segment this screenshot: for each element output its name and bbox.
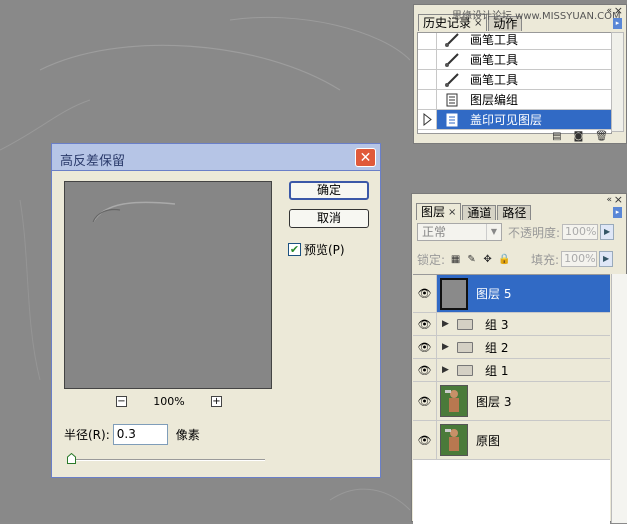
layers-scrollbar[interactable] — [611, 274, 627, 523]
layer-row-selected[interactable]: 👁 图层 5 — [413, 275, 610, 313]
history-snapshot-checkbox[interactable] — [418, 70, 437, 89]
opacity-input[interactable]: 100% — [562, 224, 599, 240]
opacity-label: 不透明度: — [508, 225, 561, 240]
history-scrollbar[interactable] — [611, 32, 624, 132]
fill-input[interactable]: 100% — [561, 251, 598, 267]
layer-row[interactable]: 👁 原图 — [413, 421, 610, 460]
history-item[interactable]: 图层编组 — [418, 90, 611, 110]
lock-all-icon[interactable]: 🔒 — [498, 254, 510, 265]
zoom-level: 100% — [153, 394, 185, 408]
close-icon[interactable]: ✕ — [355, 148, 376, 167]
cancel-button[interactable]: 取消 — [289, 209, 369, 228]
lock-transparent-icon[interactable]: ▦ — [450, 254, 461, 265]
history-state-marker-icon[interactable] — [418, 110, 437, 129]
dialog-title: 高反差保留 — [60, 154, 126, 169]
expand-triangle-icon[interactable]: ▶ — [442, 342, 452, 352]
opacity-slider-arrow-icon[interactable]: ▶ — [600, 224, 615, 240]
eye-icon[interactable]: 👁 — [413, 359, 437, 381]
tab-layers[interactable]: 图层 × — [416, 203, 462, 220]
lock-position-icon[interactable]: ✥ — [482, 254, 493, 265]
dialog-title-bar[interactable]: 高反差保留 ✕ — [51, 143, 381, 171]
lock-label: 锁定: — [417, 252, 446, 267]
panel-menu-icon[interactable]: ▸ — [613, 18, 622, 29]
new-snapshot-icon[interactable]: ◙ — [574, 131, 584, 142]
chevron-down-icon: ▼ — [486, 224, 501, 240]
new-document-from-state-icon[interactable]: ▤ — [552, 131, 561, 142]
layer-group-row[interactable]: 👁 ▶ 组 1 — [413, 359, 610, 382]
panel-menu-icon[interactable]: ▸ — [613, 207, 622, 218]
zoom-out-button[interactable]: − — [116, 395, 127, 407]
delete-state-icon[interactable]: 🗑 — [595, 131, 608, 142]
collapse-arrows-icon[interactable]: « — [606, 195, 612, 205]
radius-slider-track[interactable] — [70, 459, 265, 461]
high-pass-dialog: 高反差保留 ✕ − 100% + 确定 取消 ✔ 预览(P) 半径(R): 0.… — [51, 143, 381, 478]
expand-triangle-icon[interactable]: ▶ — [442, 319, 452, 329]
history-item-selected[interactable]: 盖印可见图层 — [418, 110, 611, 130]
radius-unit: 像素 — [175, 428, 200, 442]
radius-slider-thumb[interactable] — [67, 453, 76, 464]
eye-icon[interactable]: 👁 — [413, 313, 437, 335]
layer-list: 👁 图层 5 👁 ▶ 组 3 👁 ▶ 组 2 👁 ▶ 组 1 👁 图层 3 👁 … — [413, 274, 610, 524]
folder-icon — [457, 318, 473, 330]
brush-icon — [442, 52, 462, 68]
brush-icon — [442, 33, 462, 48]
preview-checkbox[interactable]: ✔ — [288, 243, 301, 256]
eye-icon[interactable]: 👁 — [413, 336, 437, 358]
panel-close-icon[interactable]: × — [614, 194, 623, 205]
tab-paths[interactable]: 路径 — [497, 205, 532, 220]
history-item[interactable]: 画笔工具 — [418, 50, 611, 70]
tab-close-icon[interactable]: × — [448, 205, 456, 220]
history-panel: « × 历史记录 × 动作 思缘设计论坛 www.MISSYUAN.COM ▸ … — [413, 4, 627, 144]
expand-triangle-icon[interactable]: ▶ — [442, 365, 452, 375]
history-doc-icon — [442, 92, 462, 108]
history-list: 画笔工具 画笔工具 画笔工具 图层编组 盖印可见图层 — [417, 32, 612, 134]
layer-thumbnail — [440, 424, 468, 456]
tab-channels[interactable]: 通道 — [462, 205, 497, 220]
ok-button[interactable]: 确定 — [289, 181, 369, 200]
blend-mode-select[interactable]: 正常 ▼ — [417, 223, 502, 241]
preview-label: 预览(P) — [304, 243, 345, 257]
brush-icon — [442, 72, 462, 88]
zoom-in-button[interactable]: + — [210, 395, 222, 407]
layers-panel: « × 图层 × 通道 路径 ▸ 正常 ▼ 不透明度: 100% ▶ 锁定: ▦… — [411, 193, 627, 524]
folder-icon — [457, 364, 473, 376]
eye-icon[interactable]: 👁 — [413, 421, 437, 459]
eye-icon[interactable]: 👁 — [413, 382, 437, 420]
fill-label: 填充: — [531, 252, 560, 267]
layer-group-row[interactable]: 👁 ▶ 组 3 — [413, 313, 610, 336]
layer-thumbnail — [440, 277, 468, 310]
layer-group-row[interactable]: 👁 ▶ 组 2 — [413, 336, 610, 359]
history-doc-icon — [442, 112, 462, 128]
filter-preview[interactable] — [64, 181, 272, 389]
watermark-text: 思缘设计论坛 www.MISSYUAN.COM — [452, 11, 621, 22]
folder-icon — [457, 341, 473, 353]
history-snapshot-checkbox[interactable] — [418, 90, 437, 109]
history-item[interactable]: 画笔工具 — [418, 70, 611, 90]
fill-slider-arrow-icon[interactable]: ▶ — [599, 251, 614, 267]
layer-thumbnail — [440, 385, 468, 417]
eye-icon[interactable]: 👁 — [413, 275, 437, 312]
history-item[interactable]: 画笔工具 — [418, 33, 611, 50]
layer-row[interactable]: 👁 图层 3 — [413, 382, 610, 421]
radius-label: 半径(R): — [64, 428, 110, 442]
history-snapshot-checkbox[interactable] — [418, 33, 437, 49]
lock-pixels-icon[interactable]: ✎ — [466, 254, 477, 265]
radius-input[interactable]: 0.3 — [112, 424, 168, 445]
history-snapshot-checkbox[interactable] — [418, 50, 437, 69]
